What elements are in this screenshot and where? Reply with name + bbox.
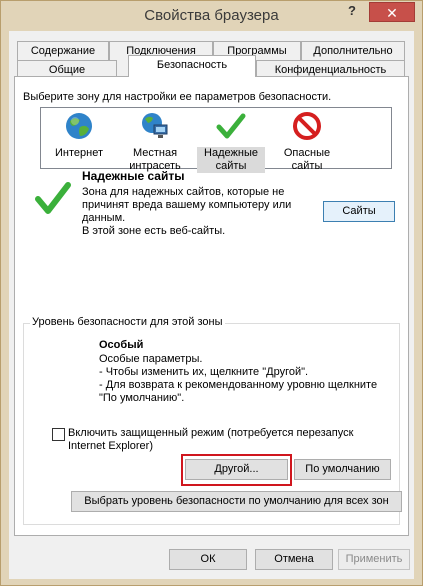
title-bar[interactable]: Свойства браузера ? ✕ (1, 1, 422, 31)
blocked-icon (293, 112, 321, 140)
ok-button[interactable]: ОК (169, 549, 247, 570)
zone-list: Интернет Местная интрасеть Надежные сайт… (40, 107, 392, 173)
intranet-icon (142, 113, 168, 138)
tab-security[interactable]: Безопасность (128, 55, 256, 77)
zone-desc-line: причинят вреда вашему компьютеру или (82, 199, 292, 211)
level-desc-line: - Для возврата к рекомендованному уровню… (99, 379, 378, 391)
dialog-client-area: Содержание Подключения Программы Дополни… (9, 31, 414, 579)
zone-desc-line: данным. (82, 212, 126, 224)
zone-restricted-sites[interactable]: Опасные сайты (273, 111, 341, 172)
zone-label: Опасные (283, 147, 331, 159)
level-desc-line: - Чтобы изменить их, щелкните "Другой". (99, 366, 309, 378)
trusted-checkmark-icon (35, 182, 71, 214)
level-desc-line: Особые параметры. (99, 353, 203, 365)
security-tab-panel: Выберите зону для настройки ее параметро… (14, 76, 409, 536)
checkmark-icon (216, 113, 246, 139)
zone-desc-line: В этой зоне есть веб-сайты. (82, 225, 226, 237)
zone-desc-line: Зона для надежных сайтов, которые не (82, 186, 285, 198)
help-button[interactable]: ? (341, 3, 363, 23)
custom-level-button[interactable]: Другой... (185, 459, 288, 480)
security-level-name: Особый (99, 339, 144, 351)
security-level-label: Уровень безопасности для этой зоны (30, 316, 225, 328)
reset-all-zones-button[interactable]: Выбрать уровень безопасности по умолчани… (71, 491, 402, 512)
zone-label: Надежные (197, 147, 265, 160)
browser-properties-window: Свойства браузера ? ✕ Содержание Подключ… (0, 0, 423, 586)
zone-internet[interactable]: Интернет (45, 111, 113, 167)
protected-mode-line: Включить защищенный режим (потребуется п… (68, 427, 354, 439)
selected-zone-name: Надежные сайты (82, 169, 185, 183)
protected-mode-checkbox[interactable] (52, 428, 65, 441)
security-level-description: Особые параметры. - Чтобы изменить их, щ… (99, 353, 399, 405)
zone-label: Интернет (55, 147, 103, 159)
zone-local-intranet[interactable]: Местная интрасеть (121, 111, 189, 172)
tab-advanced[interactable]: Дополнительно (301, 41, 405, 60)
zone-label-line2: сайты (197, 160, 265, 173)
protected-mode-label[interactable]: Включить защищенный режим (потребуется п… (68, 427, 398, 453)
selected-zone-description: Зона для надежных сайтов, которые не при… (82, 186, 312, 238)
zone-trusted-sites[interactable]: Надежные сайты (197, 111, 265, 173)
protected-mode-line: Internet Explorer) (68, 440, 153, 452)
level-desc-line: "По умолчанию". (99, 392, 185, 404)
globe-icon (66, 113, 92, 139)
sites-button[interactable]: Сайты (323, 201, 395, 222)
zone-label-line2: сайты (291, 160, 323, 172)
tab-content[interactable]: Содержание (17, 41, 109, 60)
close-button[interactable]: ✕ (369, 2, 415, 22)
default-level-button[interactable]: По умолчанию (294, 459, 391, 480)
zone-select-caption: Выберите зону для настройки ее параметро… (23, 91, 332, 103)
apply-button[interactable]: Применить (338, 549, 410, 570)
zone-label: Местная (132, 147, 178, 159)
cancel-button[interactable]: Отмена (255, 549, 333, 570)
